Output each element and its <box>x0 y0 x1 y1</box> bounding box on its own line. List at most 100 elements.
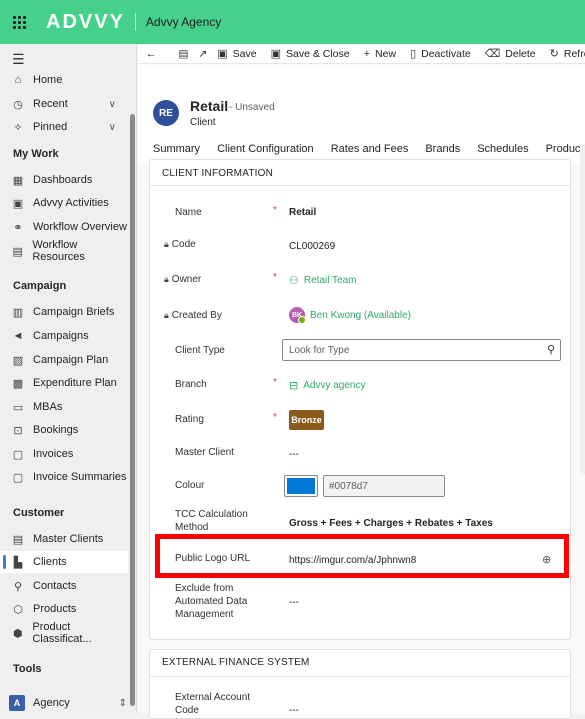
chevron-down-icon[interactable]: ∨ <box>109 99 116 110</box>
top-bar: ADVVY Advvy Agency <box>0 0 585 44</box>
area-switcher[interactable]: A Agency ⇕ <box>0 692 137 714</box>
sidebar-item-workflow-resources[interactable]: ▤ Workflow Resources <box>0 239 128 263</box>
sidebar-item-invoice-summaries[interactable]: ▢ Invoice Summaries <box>0 466 128 488</box>
name-field[interactable]: Retail <box>289 207 316 218</box>
required-marker: * <box>273 272 277 283</box>
sidebar-item-label: Product Classificat... <box>32 621 92 645</box>
deactivate-button[interactable]: ▯ Deactivate <box>410 47 471 61</box>
sidebar-item-advvy-activities[interactable]: ▣ Advvy Activities <box>0 192 128 214</box>
sidebar-item-label: Campaign Briefs <box>33 306 115 318</box>
tab-rates-and-fees[interactable]: Rates and Fees <box>331 143 409 155</box>
sidebar-item-recent[interactable]: ◷ Recent ∨ <box>0 93 128 115</box>
person-icon: ⚲ <box>13 580 23 593</box>
briefs-icon: ▥ <box>12 306 24 319</box>
client-type-lookup[interactable]: Look for Type ⚲ <box>282 339 561 361</box>
public-logo-url-label: Public Logo URL <box>175 553 251 564</box>
created-by-field[interactable]: BK Ben Kwong (Available) <box>289 307 411 324</box>
branch-field[interactable]: ⊟ Advvy agency <box>289 379 365 392</box>
exclude-label: Exclude from Automated Data Management <box>175 583 248 620</box>
resource-icon: ▤ <box>12 245 23 258</box>
sidebar-heading-customer: Customer <box>13 507 65 519</box>
sidebar-item-product-classifications[interactable]: ⬢ Product Classificat... <box>0 621 128 645</box>
back-arrow-icon[interactable]: ← <box>146 48 157 60</box>
lock-icon: 🔒︎ <box>164 274 169 284</box>
sidebar-item-pinned[interactable]: ✧ Pinned ∨ <box>0 116 128 138</box>
new-button[interactable]: + New <box>364 48 396 60</box>
globe-icon[interactable]: ⊕ <box>542 553 551 566</box>
sidebar-item-label: Bookings <box>33 424 79 436</box>
app-name[interactable]: Advvy Agency <box>146 15 221 29</box>
sidebar-item-home[interactable]: ⌂ Home <box>0 69 128 91</box>
building-icon: ▤ <box>12 533 24 546</box>
refresh-button[interactable]: ↻Refre <box>549 47 585 61</box>
tab-summary[interactable]: Summary <box>153 143 201 161</box>
plus-icon: + <box>363 47 371 60</box>
area-badge: A <box>9 695 25 711</box>
right-panel-edge <box>580 144 585 474</box>
sidebar-item-campaign-briefs[interactable]: ▥ Campaign Briefs <box>0 301 128 323</box>
lock-icon: 🔒︎ <box>164 310 169 320</box>
sidebar-item-invoices[interactable]: ▢ Invoices <box>0 443 128 465</box>
sidebar-item-campaigns[interactable]: ◄ Campaigns <box>0 325 128 347</box>
section-divider <box>150 185 570 186</box>
client-type-placeholder: Look for Type <box>289 344 350 356</box>
rating-badge[interactable]: Bronze <box>289 410 324 430</box>
sidebar-item-label: Workflow Overview <box>33 221 127 233</box>
sidebar-scrollbar[interactable] <box>130 114 135 706</box>
sidebar-item-products[interactable]: ⬡ Products <box>0 598 128 620</box>
sidebar-item-bookings[interactable]: ⊡ Bookings <box>0 419 128 441</box>
search-icon[interactable]: ⚲ <box>547 343 555 356</box>
record-title: Retail <box>190 98 229 114</box>
delete-button[interactable]: ⌫ Delete <box>485 47 536 61</box>
tab-brands[interactable]: Brands <box>425 143 460 155</box>
created-by-link[interactable]: Ben Kwong (Available) <box>310 310 411 321</box>
sidebar-item-label: Dashboards <box>33 174 93 186</box>
dashboard-icon: ▦ <box>12 174 24 187</box>
sidebar-item-expenditure-plan[interactable]: ▩ Expenditure Plan <box>0 372 128 394</box>
external-account-code-value[interactable]: --- <box>289 705 299 716</box>
classification-icon: ⬢ <box>12 627 23 640</box>
refresh-icon: ↻ <box>549 48 559 60</box>
sidebar-item-label: Master Clients <box>33 533 104 545</box>
sidebar-item-label: Invoice Summaries <box>33 471 127 483</box>
open-new-window-icon[interactable]: ↗ <box>198 48 207 60</box>
colour-hex-field[interactable]: #0078d7 <box>323 475 445 497</box>
sidebar-item-label: Pinned <box>33 121 68 133</box>
save-icon: ▣ <box>217 48 228 60</box>
exclude-value[interactable]: --- <box>289 597 299 608</box>
sidebar-item-clients[interactable]: ▙ Clients <box>0 551 128 573</box>
brand-logo: ADVVY <box>46 10 125 33</box>
app-launcher-icon[interactable] <box>2 0 36 44</box>
tab-schedules[interactable]: Schedules <box>477 143 528 155</box>
team-icon: ⚇ <box>289 275 299 287</box>
owner-link[interactable]: Retail Team <box>304 275 357 286</box>
box-icon: ⬡ <box>13 603 23 616</box>
public-logo-url-field[interactable]: https://imgur.com/a/Jphnwn8 <box>289 555 416 566</box>
clients-icon: ▙ <box>13 556 23 569</box>
sidebar-item-contacts[interactable]: ⚲ Contacts <box>0 575 128 597</box>
client-type-label: Client Type <box>175 345 225 356</box>
sidebar-item-label: Workflow Resources <box>32 239 85 263</box>
plan-icon: ▧ <box>12 354 24 367</box>
sidebar-item-master-clients[interactable]: ▤ Master Clients <box>0 528 128 550</box>
clipboard-icon: ▣ <box>12 197 24 210</box>
tab-client-configuration[interactable]: Client Configuration <box>217 143 314 155</box>
hamburger-menu-icon[interactable]: ☰ <box>12 51 25 68</box>
master-client-value[interactable]: --- <box>289 449 299 460</box>
sidebar-item-dashboards[interactable]: ▦ Dashboards <box>0 169 128 191</box>
branch-link[interactable]: Advvy agency <box>303 380 365 391</box>
required-marker: * <box>273 205 277 216</box>
name-label: Name <box>175 207 202 218</box>
save-close-button[interactable]: ▣ Save & Close <box>271 47 350 61</box>
chevron-down-icon[interactable]: ∨ <box>109 122 116 133</box>
sidebar-item-mbas[interactable]: ▭ MBAs <box>0 396 128 418</box>
owner-field[interactable]: ⚇ Retail Team <box>289 274 357 287</box>
form-view-icon[interactable]: ▤ <box>179 48 189 60</box>
colour-picker[interactable] <box>284 475 318 497</box>
tcc-value[interactable]: Gross + Fees + Charges + Rebates + Taxes <box>289 518 493 529</box>
save-button[interactable]: ▣ Save <box>217 47 256 61</box>
sidebar-item-workflow-overview[interactable]: ⚭ Workflow Overview <box>0 216 128 238</box>
sidebar: ☰ ⌂ Home ◷ Recent ∨ ✧ Pinned ∨ My Work ▦… <box>0 44 137 713</box>
colour-label: Colour <box>175 480 205 491</box>
sidebar-item-campaign-plan[interactable]: ▧ Campaign Plan <box>0 349 128 371</box>
